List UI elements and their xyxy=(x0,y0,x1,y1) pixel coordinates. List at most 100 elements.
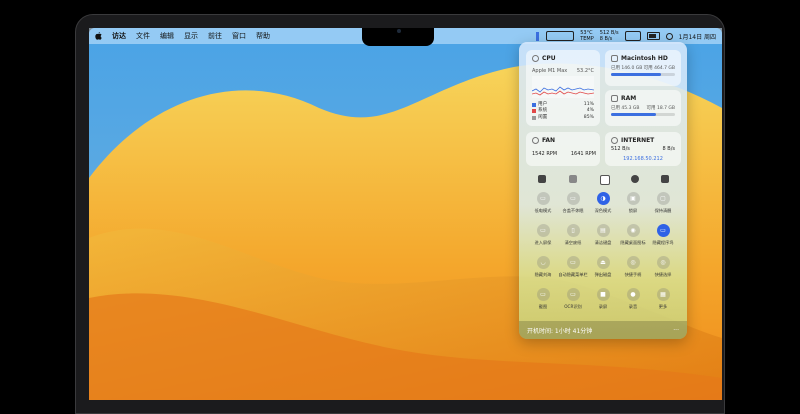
toggle-label: 快捷选择 xyxy=(654,272,672,277)
apple-logo-icon[interactable] xyxy=(95,32,102,40)
menu-help[interactable]: 帮助 xyxy=(256,31,270,41)
screensaver-icon: ▭ xyxy=(536,224,550,237)
cpu-title: CPU xyxy=(542,55,556,62)
disk-card[interactable]: Macintosh HD 已用 146.0 GB 可用 464.7 GB xyxy=(605,50,681,86)
toggle-label: 清空废纸 xyxy=(564,240,582,245)
internet-title: INTERNET xyxy=(621,137,655,144)
toggle-label: 隐藏刘海 xyxy=(534,272,552,277)
mic-icon: ● xyxy=(626,288,640,301)
toggle-ocr[interactable]: ▭ OCR识别 xyxy=(558,288,588,310)
clock[interactable]: 1月14日 周四 xyxy=(679,32,716,41)
ram-card[interactable]: RAM 已用 45.3 GB 可用 18.7 GB xyxy=(605,90,681,126)
ip-address: 192.168.50.212 xyxy=(623,156,663,162)
photo-icon[interactable] xyxy=(569,175,577,183)
toggle-label: 自动隐藏菜单栏 xyxy=(558,272,588,277)
menu-window[interactable]: 窗口 xyxy=(232,31,246,41)
toggle-grid[interactable]: ▦ 更多 xyxy=(648,288,678,310)
toggle-dock[interactable]: ▭ 隐藏程序坞 xyxy=(648,224,678,246)
panel-footer: 开机时间: 1小时 41分钟 ··· xyxy=(519,321,687,339)
toggle-lock[interactable]: ▣ 锁屏 xyxy=(618,192,648,214)
menu-edit[interactable]: 编辑 xyxy=(160,31,174,41)
disk-title: Macintosh HD xyxy=(621,55,668,62)
lock-icon: ▣ xyxy=(626,192,640,205)
screenshot-icon: ▭ xyxy=(536,288,550,301)
toggle-label: 锁屏 xyxy=(628,208,638,213)
cpu-legend: 用户 11% 系统 4% 闲置 85% xyxy=(532,102,594,121)
notch-icon: ◡ xyxy=(536,256,550,269)
record-icon: ■ xyxy=(596,288,610,301)
net-down: 512 B/s xyxy=(611,146,630,152)
ram-title: RAM xyxy=(621,95,637,102)
laptop-icon: ▭ xyxy=(566,192,580,205)
cpu-usage-graph xyxy=(532,76,594,98)
disk-icon xyxy=(611,55,618,62)
menu-view[interactable]: 显示 xyxy=(184,31,198,41)
toggle-eject[interactable]: ⏏ 弹出磁盘 xyxy=(588,256,618,278)
eject-icon: ⏏ xyxy=(596,256,610,269)
toggle-label: 更多 xyxy=(658,304,668,309)
toggle-mic[interactable]: ● 录音 xyxy=(618,288,648,310)
fan-card[interactable]: FAN 1542 RPM 1641 RPM xyxy=(526,132,600,166)
cpu-card[interactable]: CPU Apple M1 Max 53.2°C 用户 11% 系统 4% 闲置 85% xyxy=(526,50,600,126)
temp-status[interactable]: 53°C TEMP xyxy=(580,30,594,42)
toggle-display[interactable]: ▢ 保持清醒 xyxy=(648,192,678,214)
toggle-label: 截图 xyxy=(538,304,548,309)
cpu-graph-icon[interactable] xyxy=(546,31,575,41)
desktop-icon[interactable] xyxy=(538,175,546,183)
disk-usage-bar xyxy=(611,73,675,76)
menu-finder[interactable]: 访达 xyxy=(112,31,126,41)
cpu-bar-icon[interactable] xyxy=(536,31,540,41)
toggle-notch[interactable]: ◡ 隐藏刘海 xyxy=(528,256,558,278)
toggle-label: 录音 xyxy=(628,304,638,309)
toggle-label: 进入屏保 xyxy=(534,240,552,245)
toggle-gamepad[interactable]: ◎ 快捷手柄 xyxy=(618,256,648,278)
disk-used: 已用 146.0 GB xyxy=(611,66,643,71)
picker-icon: ◎ xyxy=(656,256,670,269)
toggle-label: 隐藏程序坞 xyxy=(652,240,674,245)
toggle-keyboard[interactable]: ▤ 清洁键盘 xyxy=(588,224,618,246)
network-status[interactable]: 512 B/s 8 B/s xyxy=(600,30,619,42)
trash-icon: ▯ xyxy=(566,224,580,237)
ram-free: 可用 18.7 GB xyxy=(646,106,675,111)
display-icon: ▢ xyxy=(656,192,670,205)
more-options-button[interactable]: ··· xyxy=(673,327,679,334)
ram-used: 已用 45.3 GB xyxy=(611,106,640,111)
cpu-icon xyxy=(532,55,539,62)
toggle-contrast[interactable]: ◑ 深色模式 xyxy=(588,192,618,214)
window-icon[interactable] xyxy=(661,175,669,183)
toggle-screensaver[interactable]: ▭ 进入屏保 xyxy=(528,224,558,246)
toggle-screenshot[interactable]: ▭ 截图 xyxy=(528,288,558,310)
disk-free: 可用 464.7 GB xyxy=(643,66,675,71)
toggle-picker[interactable]: ◎ 快捷选择 xyxy=(648,256,678,278)
fan-icon xyxy=(532,137,539,144)
toggle-label: 快捷手柄 xyxy=(624,272,642,277)
camera-icon[interactable] xyxy=(631,175,639,183)
toggle-trash[interactable]: ▯ 清空废纸 xyxy=(558,224,588,246)
system-panel: CPU Apple M1 Max 53.2°C 用户 11% 系统 4% 闲置 85%… xyxy=(519,42,687,339)
control-center-icon[interactable] xyxy=(665,32,673,40)
toggle-menubar[interactable]: ▭ 自动隐藏菜单栏 xyxy=(558,256,588,278)
menu-file[interactable]: 文件 xyxy=(136,31,150,41)
doc-icon[interactable] xyxy=(600,175,610,185)
battery-icon[interactable] xyxy=(646,32,660,40)
toggle-battery[interactable]: ▭ 低电模式 xyxy=(528,192,558,214)
toggle-label: 弹出磁盘 xyxy=(594,272,612,277)
uptime-text: 开机时间: 1小时 41分钟 xyxy=(527,327,593,335)
battery-icon: ▭ xyxy=(536,192,550,205)
toggle-laptop[interactable]: ▭ 合盖不休眠 xyxy=(558,192,588,214)
menu-go[interactable]: 前往 xyxy=(208,31,222,41)
toggle-label: 清洁键盘 xyxy=(594,240,612,245)
toggle-label: 隐藏桌面图标 xyxy=(620,240,646,245)
stats-widget-icon[interactable] xyxy=(624,31,641,41)
toggle-eye[interactable]: ◉ 隐藏桌面图标 xyxy=(618,224,648,246)
legend-swatch-user xyxy=(532,103,536,107)
legend-swatch-system xyxy=(532,109,536,114)
contrast-icon: ◑ xyxy=(596,192,610,205)
toggle-label: OCR识别 xyxy=(564,304,582,309)
toggle-label: 深色模式 xyxy=(594,208,612,213)
fan2-speed: 1641 RPM xyxy=(570,151,596,157)
internet-card[interactable]: INTERNET 512 B/s 8 B/s 192.168.50.212 xyxy=(605,132,681,166)
gamepad-icon: ◎ xyxy=(626,256,640,269)
toggle-record[interactable]: ■ 录屏 xyxy=(588,288,618,310)
dock-icon: ▭ xyxy=(656,224,670,237)
